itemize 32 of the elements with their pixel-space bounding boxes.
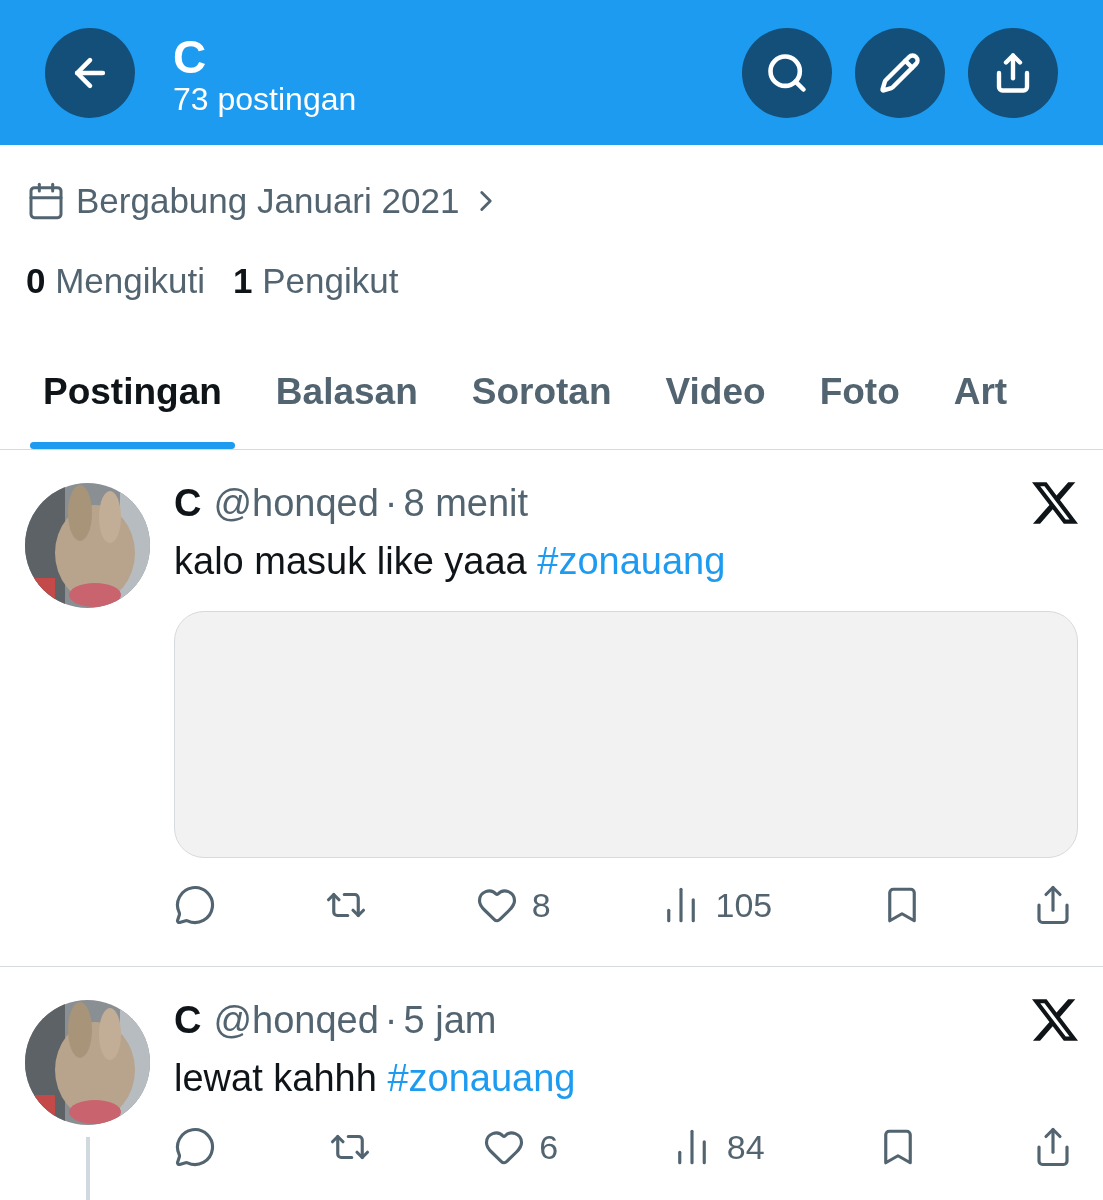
post-time: 5 jam	[403, 998, 497, 1042]
post-count: 73 postingan	[173, 80, 358, 117]
separator-dot: ·	[384, 998, 398, 1042]
author-name: C	[174, 481, 202, 525]
profile-tab[interactable]: Balasan	[262, 349, 431, 449]
following-link[interactable]: 0 Mengikuti	[26, 261, 205, 301]
post-text: kalo masuk like yaaa #zonauang	[174, 539, 727, 583]
like-button[interactable]: 8	[475, 884, 551, 926]
pencil-icon	[879, 51, 921, 94]
reply-button[interactable]	[174, 884, 216, 926]
joined-date-link[interactable]: Bergabung Januari 2021	[26, 181, 504, 221]
profile-tab[interactable]: Sorotan	[458, 349, 625, 449]
separator-dot: ·	[384, 481, 398, 525]
post-time: 8 menit	[403, 481, 529, 525]
profile-tab[interactable]: Foto	[806, 349, 913, 449]
reply-icon	[174, 1126, 216, 1168]
x-logo-icon	[1032, 997, 1078, 1043]
views-button[interactable]: 105	[659, 884, 773, 926]
reply-button[interactable]	[174, 1126, 216, 1168]
author-handle: @honqed	[213, 998, 379, 1042]
author-handle: @honqed	[213, 481, 379, 525]
x-logo-icon	[1032, 480, 1078, 526]
profile-tab[interactable]: Postingan	[30, 349, 235, 449]
followers-link[interactable]: 1 Pengikut	[233, 261, 399, 301]
author-name: C	[174, 998, 202, 1042]
profile-title: C	[173, 32, 208, 81]
post-text: lewat kahhh #zonauang	[174, 1056, 577, 1100]
profile-tab[interactable]: Video	[652, 349, 779, 449]
profile-tab[interactable]: Art	[940, 349, 1021, 449]
like-button[interactable]: 6	[483, 1126, 559, 1168]
reply-icon	[174, 884, 216, 926]
views-button[interactable]: 84	[670, 1126, 765, 1168]
